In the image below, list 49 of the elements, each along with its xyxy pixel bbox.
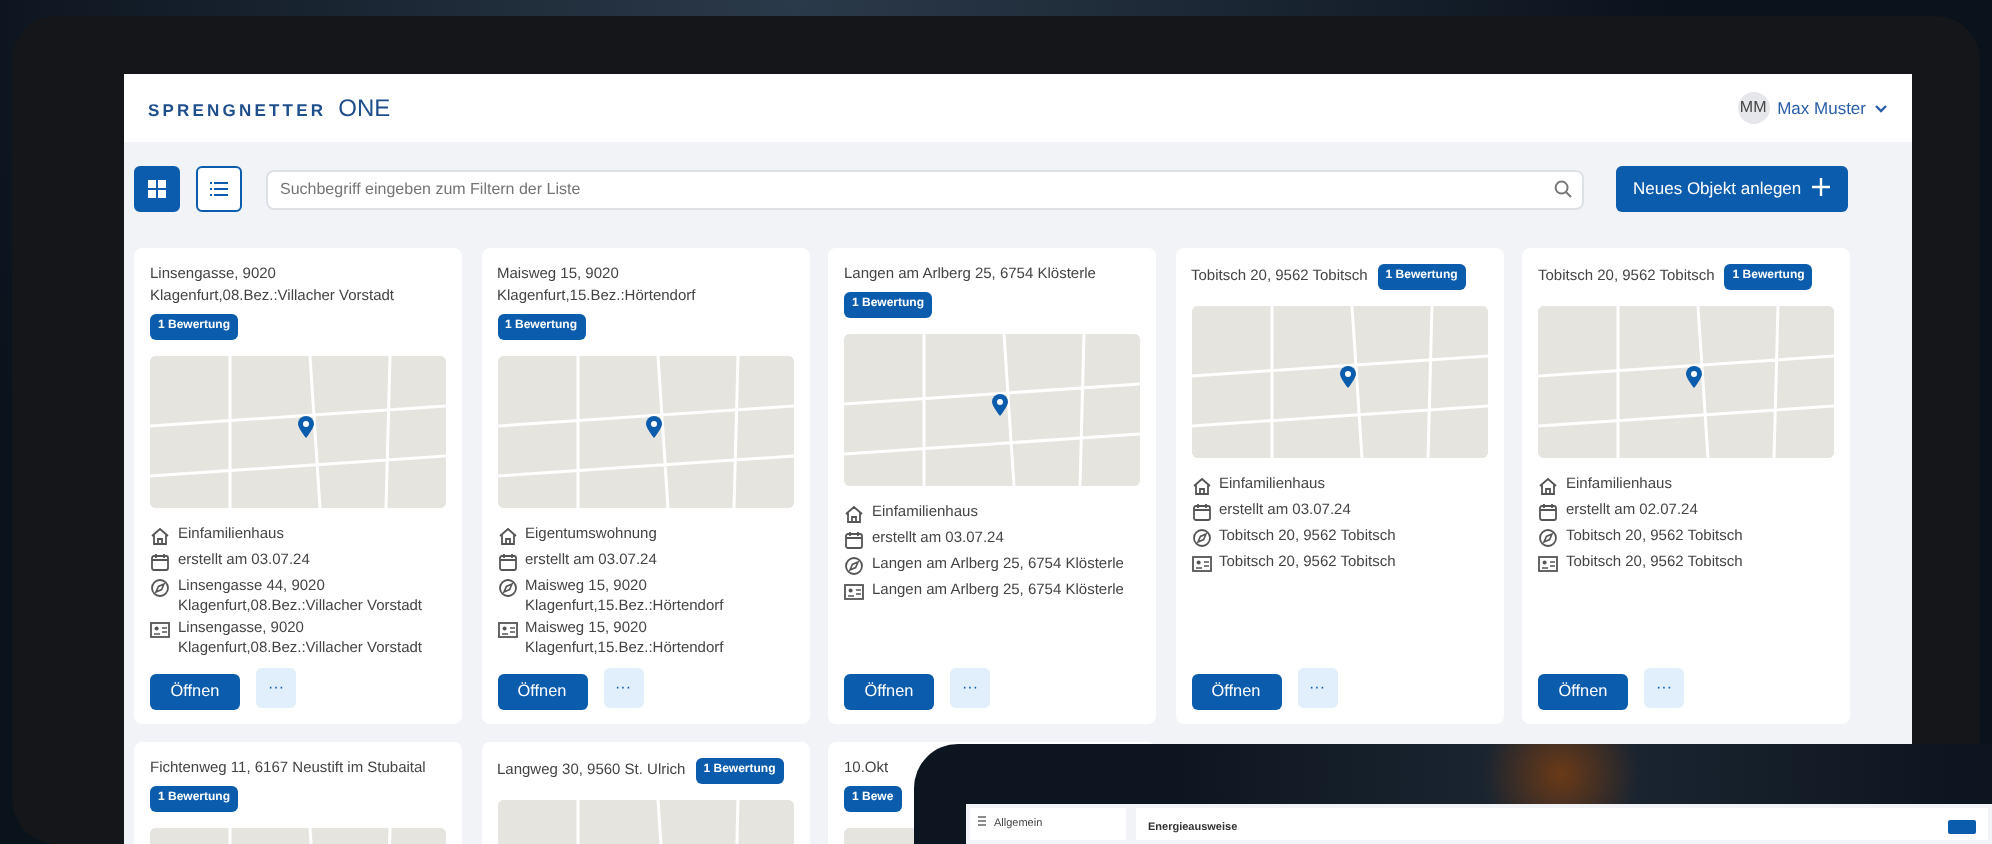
- more-button[interactable]: ···: [256, 667, 296, 708]
- map-pin-icon: [992, 394, 1008, 417]
- calendar-icon: [844, 527, 864, 550]
- compass-icon: [150, 575, 170, 598]
- map-pin-icon: [1686, 366, 1702, 389]
- id-card-icon: [150, 618, 170, 641]
- map-pin-icon: [298, 416, 314, 439]
- house-icon: [1538, 474, 1558, 496]
- plus-icon: [1812, 178, 1830, 197]
- compass-icon: [497, 575, 517, 598]
- id-card-icon: [497, 618, 517, 641]
- compass-icon: [844, 553, 864, 576]
- house-icon: [1191, 474, 1211, 496]
- user-name[interactable]: Max Muster: [1777, 95, 1866, 121]
- calendar-icon: [150, 549, 170, 572]
- logo-text: SPRENGNETTER: [148, 98, 327, 124]
- more-button[interactable]: ···: [950, 667, 990, 708]
- calendar-icon: [1191, 500, 1211, 522]
- id-card-icon: [844, 579, 864, 602]
- id-card-icon: [1538, 552, 1558, 574]
- search-field[interactable]: Suchbegriff eingeben zum Filtern der Liste: [266, 169, 1584, 209]
- list-icon: [978, 816, 986, 826]
- compass-icon: [1538, 526, 1558, 548]
- house-icon: [150, 523, 170, 546]
- grid-icon: [148, 180, 166, 198]
- map-pin-icon: [645, 416, 661, 439]
- new-object-button[interactable]: Neues Objekt anlegen: [1615, 166, 1848, 212]
- more-button[interactable]: ···: [1297, 667, 1337, 708]
- id-card-icon: [1191, 552, 1211, 574]
- compass-icon: [1191, 526, 1211, 548]
- open-button[interactable]: Öffnen: [1191, 673, 1281, 710]
- open-button[interactable]: Öffnen: [150, 673, 240, 710]
- map-pin-icon: [1339, 366, 1355, 389]
- list-view-button[interactable]: [196, 166, 242, 212]
- user-avatar: MM: [1737, 92, 1770, 124]
- list-icon: [210, 182, 228, 196]
- house-icon: [844, 501, 864, 524]
- open-button[interactable]: Öffnen: [1538, 673, 1628, 710]
- logo-suffix: ONE: [338, 92, 391, 126]
- grid-view-button[interactable]: [134, 166, 180, 212]
- calendar-icon: [1538, 500, 1558, 522]
- open-button[interactable]: Öffnen: [844, 673, 934, 710]
- calendar-icon: [497, 549, 517, 572]
- open-button[interactable]: Öffnen: [497, 673, 587, 710]
- more-button[interactable]: ···: [1644, 667, 1684, 708]
- chevron-down-icon[interactable]: [1874, 103, 1888, 113]
- search-icon[interactable]: [1553, 179, 1572, 197]
- more-button[interactable]: ···: [603, 667, 643, 708]
- house-icon: [497, 523, 517, 546]
